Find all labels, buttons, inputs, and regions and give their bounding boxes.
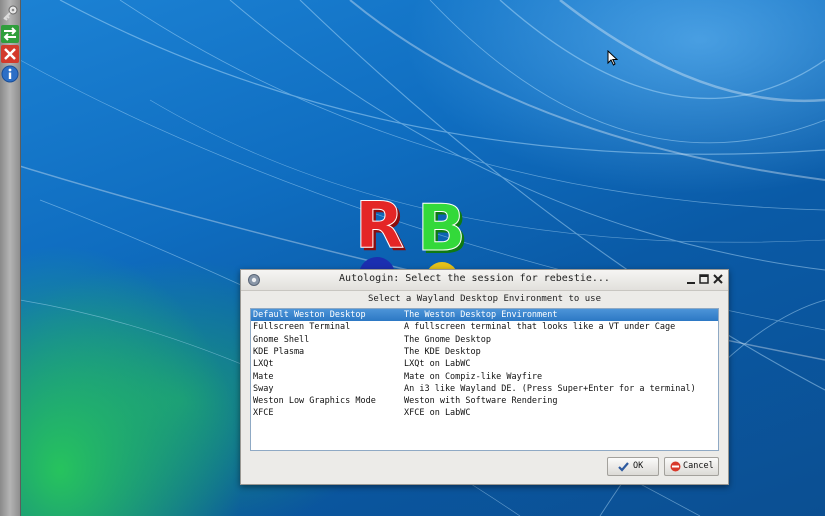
ok-button-label: OK (633, 461, 644, 471)
session-name: Default Weston Desktop (253, 310, 366, 320)
session-row-fullscreen-terminal[interactable]: Fullscreen Terminal A fullscreen termina… (251, 321, 718, 333)
cancel-button[interactable]: Cancel (664, 457, 719, 476)
session-name: LXQt (253, 359, 274, 370)
session-row-mate[interactable]: Mate Mate on Compiz-like Wayfire (251, 371, 718, 383)
switch-launcher-button[interactable] (1, 25, 19, 43)
minimize-icon[interactable] (685, 273, 698, 286)
session-list[interactable]: Default Weston Desktop The Weston Deskto… (250, 308, 719, 451)
dialog-prompt: Select a Wayland Desktop Environment to … (368, 294, 601, 304)
cancel-icon (670, 461, 681, 472)
ok-button[interactable]: OK (607, 457, 659, 476)
session-row-default-weston[interactable]: Default Weston Desktop The Weston Deskto… (251, 309, 718, 321)
session-row-gnome-shell[interactable]: Gnome Shell The Gnome Desktop (251, 334, 718, 346)
session-row-xfce[interactable]: XFCE XFCE on LabWC (251, 407, 718, 419)
info-launcher-button[interactable] (1, 65, 19, 83)
key-launcher-button[interactable] (1, 4, 19, 22)
session-name: XFCE (253, 408, 274, 419)
session-description: LXQt on LabWC (404, 359, 471, 370)
session-row-lxqt[interactable]: LXQt LXQt on LabWC (251, 358, 718, 370)
session-row-sway[interactable]: Sway An i3 like Wayland DE. (Press Super… (251, 383, 718, 395)
session-name: KDE Plasma (253, 346, 305, 357)
dialog-title: Autologin: Select the session for rebest… (339, 273, 610, 284)
maximize-icon[interactable] (698, 273, 711, 286)
mouse-pointer-icon (607, 50, 619, 66)
session-description: A fullscreen terminal that looks like a … (404, 322, 676, 333)
session-description: An i3 like Wayland DE. (Press Super+Ente… (404, 383, 696, 394)
side-launcher-panel (0, 0, 21, 516)
session-description: The Weston Desktop Environment (404, 310, 558, 320)
switch-arrows-icon (1, 25, 19, 43)
session-row-kde-plasma[interactable]: KDE Plasma The KDE Desktop (251, 346, 718, 358)
checkmark-icon (618, 462, 629, 472)
session-name: Weston Low Graphics Mode (253, 396, 376, 407)
autologin-dialog: Autologin: Select the session for rebest… (240, 269, 729, 485)
session-description: The KDE Desktop (404, 346, 481, 357)
session-name: Gnome Shell (253, 334, 310, 345)
red-x-icon (1, 45, 19, 63)
info-icon (1, 65, 19, 83)
logo-letter-b-face: B (417, 192, 466, 266)
session-description: XFCE on LabWC (404, 408, 471, 419)
session-name: Sway (253, 383, 274, 394)
dialog-titlebar[interactable]: Autologin: Select the session for rebest… (241, 270, 728, 291)
cancel-button-label: Cancel (683, 461, 714, 471)
rb-logo: R R B B (355, 189, 469, 280)
session-name: Fullscreen Terminal (253, 322, 351, 333)
session-description: Mate on Compiz-like Wayfire (404, 371, 543, 382)
key-icon (3, 5, 18, 21)
session-name: Mate (253, 371, 274, 382)
session-row-weston-low-graphics[interactable]: Weston Low Graphics Mode Weston with Sof… (251, 395, 718, 407)
close-icon[interactable] (712, 273, 725, 286)
logo-letter-r-face: R (355, 189, 404, 263)
close-launcher-button[interactable] (1, 45, 19, 63)
session-description: Weston with Software Rendering (404, 396, 558, 407)
session-description: The Gnome Desktop (404, 334, 491, 345)
